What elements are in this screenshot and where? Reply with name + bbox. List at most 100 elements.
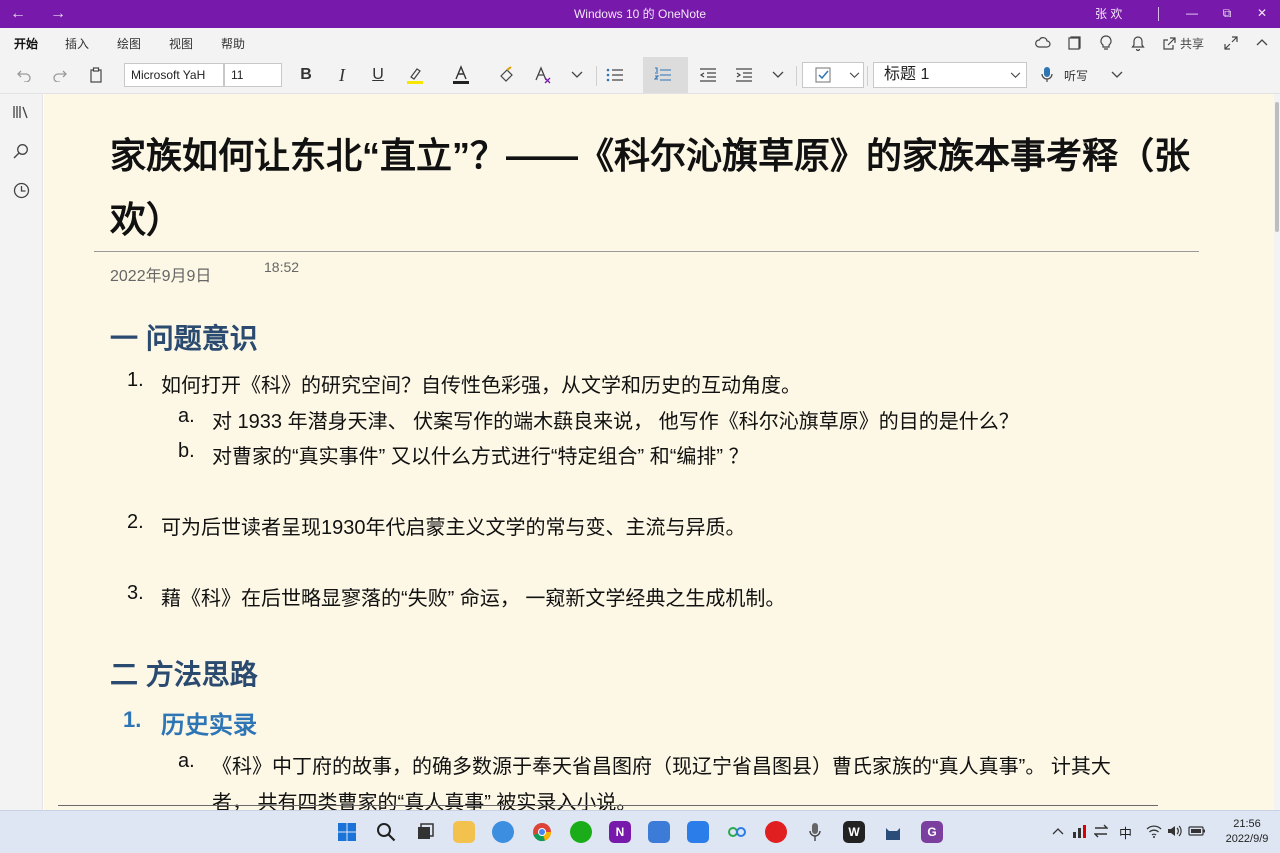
battery-icon[interactable] xyxy=(1188,824,1206,841)
underline-button[interactable]: U xyxy=(367,62,389,88)
cloud-drive-icon[interactable] xyxy=(687,821,709,843)
onenote-icon[interactable]: N xyxy=(609,821,631,843)
tab-draw[interactable]: 绘图 xyxy=(117,35,141,52)
wps-icon[interactable]: W xyxy=(843,821,865,843)
pdf-app-icon[interactable]: G xyxy=(921,821,943,843)
clear-formatting-icon[interactable] xyxy=(531,62,555,88)
recent-clock-icon[interactable] xyxy=(11,180,31,200)
style-value: 标题 1 xyxy=(884,66,930,83)
title-underline xyxy=(94,251,1199,252)
page-bottom-rule xyxy=(58,805,1158,806)
font-size-input[interactable]: 11 xyxy=(224,63,282,87)
toolbar-separator xyxy=(796,66,797,86)
cat-app-icon[interactable] xyxy=(882,821,904,843)
list-item-continued[interactable]: 者， 共有四类曹家的“真人真事” 被实录入小说。 xyxy=(212,786,636,810)
share-button[interactable]: 共享 xyxy=(1162,32,1204,54)
close-button[interactable]: ✕ xyxy=(1245,0,1279,28)
ime-indicator[interactable]: 中 xyxy=(1119,823,1132,842)
scrollbar-thumb[interactable] xyxy=(1275,102,1279,232)
decrease-indent-icon[interactable] xyxy=(696,62,720,88)
increase-indent-icon[interactable] xyxy=(732,62,756,88)
page-time: 18:52 xyxy=(264,259,300,275)
microphone-icon xyxy=(1041,67,1053,82)
dictate-button[interactable]: 听写 xyxy=(1040,62,1100,88)
page-canvas[interactable]: 家族如何让东北“直立”？——《科尔沁旗草原》的家族本事考释（张欢） 2022年9… xyxy=(44,94,1274,810)
highlight-icon[interactable] xyxy=(403,62,427,88)
bell-icon[interactable] xyxy=(1131,32,1145,54)
fullscreen-icon[interactable] xyxy=(1224,32,1238,54)
sync-app-icon[interactable] xyxy=(726,821,748,843)
browser-icon[interactable] xyxy=(492,821,514,843)
tray-meter-icon[interactable] xyxy=(1072,824,1088,841)
media-app-icon[interactable] xyxy=(765,821,787,843)
italic-button[interactable]: I xyxy=(331,62,353,88)
navigation-rail xyxy=(0,94,43,810)
notebooks-icon[interactable] xyxy=(11,102,31,122)
tab-home[interactable]: 开始 xyxy=(14,35,39,58)
chrome-icon[interactable] xyxy=(531,821,553,843)
list-number: 2. xyxy=(127,511,144,533)
tray-transfer-icon[interactable] xyxy=(1093,824,1109,841)
subheading-history-record[interactable]: 历史实录 xyxy=(161,705,257,740)
more-paragraph-chevron-icon[interactable] xyxy=(769,62,787,88)
task-view-icon[interactable] xyxy=(414,821,436,843)
tag-dropdown[interactable] xyxy=(802,62,864,88)
numbered-list-icon[interactable] xyxy=(651,62,675,88)
undo-icon[interactable] xyxy=(12,62,36,88)
vertical-scrollbar[interactable] xyxy=(1274,94,1280,810)
volume-icon[interactable] xyxy=(1167,824,1183,841)
list-item[interactable]: 《科》中丁府的故事，的确多数源于奉天省昌图府（现辽宁省昌图县）曹氏家族的“真人真… xyxy=(212,750,1111,779)
windows-taskbar: N W G 中 21:56 2022/9/9 xyxy=(0,810,1280,853)
list-number: 3. xyxy=(127,582,144,604)
clock-date: 2022/9/9 xyxy=(1225,833,1269,845)
subheading-number: 1. xyxy=(123,707,142,732)
font-color-icon[interactable] xyxy=(449,62,473,88)
lightbulb-icon[interactable] xyxy=(1099,32,1113,54)
list-number: 1. xyxy=(127,369,144,391)
taskbar-search-icon[interactable] xyxy=(375,821,397,843)
list-item[interactable]: 如何打开《科》的研究空间？自传性色彩强，从文学和历史的互动角度。 xyxy=(161,369,801,398)
tab-view[interactable]: 视图 xyxy=(169,35,193,52)
search-icon[interactable] xyxy=(11,141,31,161)
font-name-input[interactable]: Microsoft YaH xyxy=(124,63,224,87)
clipboard-icon[interactable] xyxy=(84,62,108,88)
page-title[interactable]: 家族如何让东北“直立”？——《科尔沁旗草原》的家族本事考释（张欢） xyxy=(110,124,1210,252)
wifi-icon[interactable] xyxy=(1146,824,1162,841)
list-letter: a. xyxy=(178,405,195,427)
file-explorer-icon[interactable] xyxy=(453,821,475,843)
dictate-chevron-icon[interactable] xyxy=(1108,62,1126,88)
dictate-label: 听写 xyxy=(1064,68,1089,83)
style-dropdown[interactable]: 标题 1 xyxy=(873,62,1027,88)
toolbar-separator xyxy=(596,66,597,86)
minimize-button[interactable]: — xyxy=(1175,0,1209,28)
list-item[interactable]: 藉《科》在后世略显寥落的“失败” 命运， 一窥新文学经典之生成机制。 xyxy=(161,582,785,611)
notebook-icon[interactable] xyxy=(1067,32,1082,54)
title-bar: ← → Windows 10 的 OneNote 张 欢 — ⧉ ✕ xyxy=(0,0,1280,28)
tab-insert[interactable]: 插入 xyxy=(65,35,89,52)
collapse-ribbon-icon[interactable] xyxy=(1256,32,1268,54)
list-item[interactable]: 对曹家的“真实事件” 又以什么方式进行“特定组合” 和“编排” ？ xyxy=(212,440,749,469)
system-clock[interactable]: 21:56 2022/9/9 xyxy=(1218,817,1276,847)
checkbox-tag-icon xyxy=(815,67,831,83)
redo-icon[interactable] xyxy=(48,62,72,88)
list-item[interactable]: 可为后世读者呈现1930年代启蒙主义文学的常与变、主流与异质。 xyxy=(161,511,746,540)
more-formatting-chevron-icon[interactable] xyxy=(568,62,586,88)
notes-app-icon[interactable] xyxy=(648,821,670,843)
windows-start-icon[interactable] xyxy=(336,821,358,843)
sync-status-icon[interactable] xyxy=(1035,32,1051,54)
restore-button[interactable]: ⧉ xyxy=(1210,0,1244,28)
user-name[interactable]: 张 欢 xyxy=(1095,0,1122,28)
share-label: 共享 xyxy=(1180,36,1205,51)
bullet-list-icon[interactable] xyxy=(603,62,627,88)
format-painter-icon[interactable] xyxy=(495,62,519,88)
tray-chevron-icon[interactable] xyxy=(1052,823,1064,838)
tag-chevron-icon xyxy=(849,72,860,79)
bold-button[interactable]: B xyxy=(295,62,317,88)
section-heading-questions[interactable]: 一 问题意识 xyxy=(110,317,258,357)
list-item[interactable]: 对 1933 年潜身天津、 伏案写作的端木蕻良来说， 他写作《科尔沁旗草原》的目… xyxy=(212,405,1019,434)
wechat-icon[interactable] xyxy=(570,821,592,843)
microphone-app-icon[interactable] xyxy=(804,821,826,843)
tab-help[interactable]: 帮助 xyxy=(221,35,245,52)
section-heading-methods[interactable]: 二 方法思路 xyxy=(110,653,258,693)
formatting-toolbar: Microsoft YaH 11 B I U 听写 xyxy=(0,56,1280,94)
